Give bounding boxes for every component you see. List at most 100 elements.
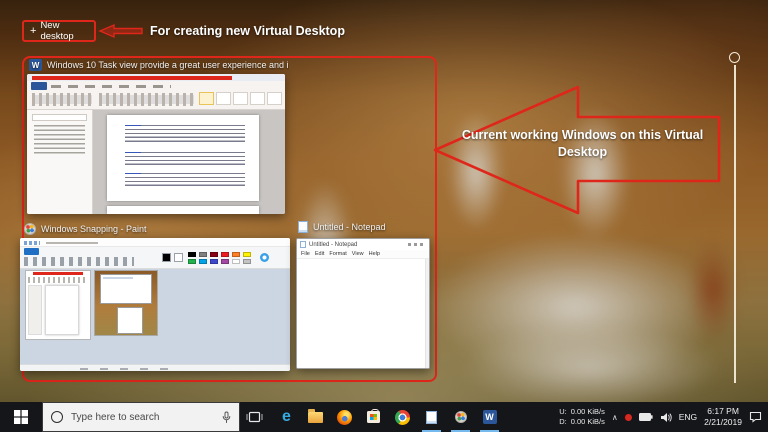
notepad-thumbnail-title: Untitled - Notepad	[313, 222, 386, 232]
palette-swatch	[231, 252, 240, 257]
paint-icon	[24, 223, 36, 235]
pasted-window	[100, 274, 152, 304]
word-page	[107, 206, 259, 214]
current-windows-annotation-text: Current working Windows on this Virtual …	[461, 128, 704, 159]
paint-quick-access-toolbar	[24, 240, 40, 245]
firefox-icon	[337, 409, 352, 425]
palette-swatch	[188, 252, 196, 257]
paint-window-thumbnail[interactable]	[20, 238, 290, 371]
pasted-nav-pane	[28, 285, 42, 335]
palette-swatch	[209, 252, 218, 257]
palette-swatch	[188, 258, 196, 264]
palette-swatch	[220, 258, 229, 264]
menu-help[interactable]: Help	[369, 251, 380, 257]
system-tray: U: 0.00 KiB/s D: 0.00 KiB/s ∧ ENG 6:17 P…	[559, 402, 768, 432]
notepad-scrollbar	[425, 259, 429, 368]
slider-knob	[729, 52, 740, 63]
word-page	[107, 115, 259, 201]
paint-file-tab	[24, 248, 39, 255]
word-nav-search	[32, 114, 87, 121]
start-button[interactable]	[0, 402, 42, 432]
word-paragraph	[125, 125, 245, 142]
taskbar-app-icons: e W	[272, 402, 504, 432]
word-nav-text	[34, 125, 85, 155]
word-ribbon-icons	[32, 93, 92, 106]
notepad-window-thumbnail[interactable]: Untitled - Notepad File Edit Format View…	[296, 238, 430, 369]
word-file-tab	[31, 82, 47, 90]
word-ribbon-icons	[99, 93, 194, 106]
paint-color1-swatch	[162, 253, 171, 262]
pasted-page	[45, 285, 79, 335]
new-desktop-annotation-text: For creating new Virtual Desktop	[150, 24, 345, 38]
show-hidden-icons-chevron[interactable]: ∧	[612, 413, 618, 422]
menu-view[interactable]: View	[352, 251, 364, 257]
menu-format[interactable]: Format	[329, 251, 346, 257]
paint-color2-swatch	[174, 253, 183, 262]
word-navigation-pane	[27, 110, 93, 214]
word-ribbon	[27, 81, 285, 110]
palette-swatch	[242, 252, 251, 257]
new-desktop-button[interactable]: + New desktop	[22, 20, 96, 42]
new-desktop-label: New desktop	[40, 20, 74, 42]
taskbar-icon-chrome[interactable]	[388, 402, 417, 432]
language-indicator[interactable]: ENG	[679, 412, 697, 422]
word-icon: W	[482, 410, 497, 424]
paint-thumbnail-title: Windows Snapping - Paint	[41, 224, 147, 234]
pasted-screenshot-word	[25, 270, 91, 340]
pasted-window	[117, 307, 143, 334]
file-explorer-icon	[308, 409, 323, 423]
tray-red-dot-icon[interactable]	[624, 413, 632, 421]
microphone-icon[interactable]	[222, 411, 231, 424]
task-view-button[interactable]	[240, 402, 268, 432]
palette-swatch	[231, 258, 240, 264]
search-input[interactable]	[69, 410, 216, 424]
window-control-buttons	[408, 243, 426, 246]
word-titlebar	[27, 74, 285, 81]
left-arrow-annotation-icon	[98, 23, 143, 39]
paint-edit-colors-icon	[260, 253, 269, 262]
taskbar-icon-file-explorer[interactable]	[301, 402, 330, 432]
taskbar-search[interactable]	[42, 402, 240, 432]
word-document-area	[93, 110, 285, 214]
notepad-thumbnail-label: Untitled - Notepad	[298, 221, 386, 233]
paint-tools	[24, 257, 134, 266]
volume-icon[interactable]	[660, 412, 672, 423]
taskbar-icon-notepad[interactable]	[417, 402, 446, 432]
taskbar-icon-word[interactable]: W	[475, 402, 504, 432]
pasted-red-stripe	[33, 272, 83, 275]
word-paragraph	[125, 152, 245, 166]
action-center-icon[interactable]	[749, 411, 762, 423]
paint-titlebar	[20, 238, 290, 247]
notepad-titlebar: Untitled - Notepad	[297, 239, 429, 250]
paint-title-text	[46, 241, 98, 244]
palette-swatch	[242, 258, 251, 264]
task-view-screen: + New desktop For creating new Virtual D…	[0, 0, 768, 432]
word-thumbnail-title: Windows 10 Task view provide a great use…	[47, 60, 289, 70]
menu-edit[interactable]: Edit	[315, 251, 324, 257]
cortana-icon	[51, 411, 63, 423]
notepad-text-area	[297, 259, 429, 368]
chrome-icon	[395, 409, 410, 425]
word-thumbnail-label: W Windows 10 Task view provide a great u…	[29, 59, 289, 71]
pasted-ribbon	[28, 277, 88, 283]
palette-swatch	[220, 252, 229, 257]
menu-file[interactable]: File	[301, 251, 310, 257]
paint-statusbar	[20, 364, 290, 371]
taskbar: e W U: 0.00 KiB/s D: 0.00 KiB/s ∧	[0, 402, 768, 432]
taskbar-icon-edge[interactable]: e	[272, 402, 301, 432]
slider-track	[734, 65, 737, 383]
taskbar-icon-store[interactable]	[359, 402, 388, 432]
vertical-slider-annotation	[729, 52, 742, 384]
network-speed-monitor[interactable]: U: 0.00 KiB/s D: 0.00 KiB/s	[559, 407, 605, 427]
word-ribbon-tabs	[51, 85, 171, 88]
taskbar-icon-paint[interactable]	[446, 402, 475, 432]
word-paragraph	[125, 173, 245, 186]
battery-icon[interactable]	[638, 413, 653, 421]
time: 6:17 PM	[707, 405, 739, 416]
paint-palette	[188, 252, 252, 264]
word-window-thumbnail[interactable]	[27, 74, 285, 214]
taskbar-clock[interactable]: 6:17 PM 2/21/2019	[704, 406, 742, 428]
windows-logo-icon	[14, 410, 28, 424]
upload-label: U:	[559, 406, 567, 416]
taskbar-icon-firefox[interactable]	[330, 402, 359, 432]
